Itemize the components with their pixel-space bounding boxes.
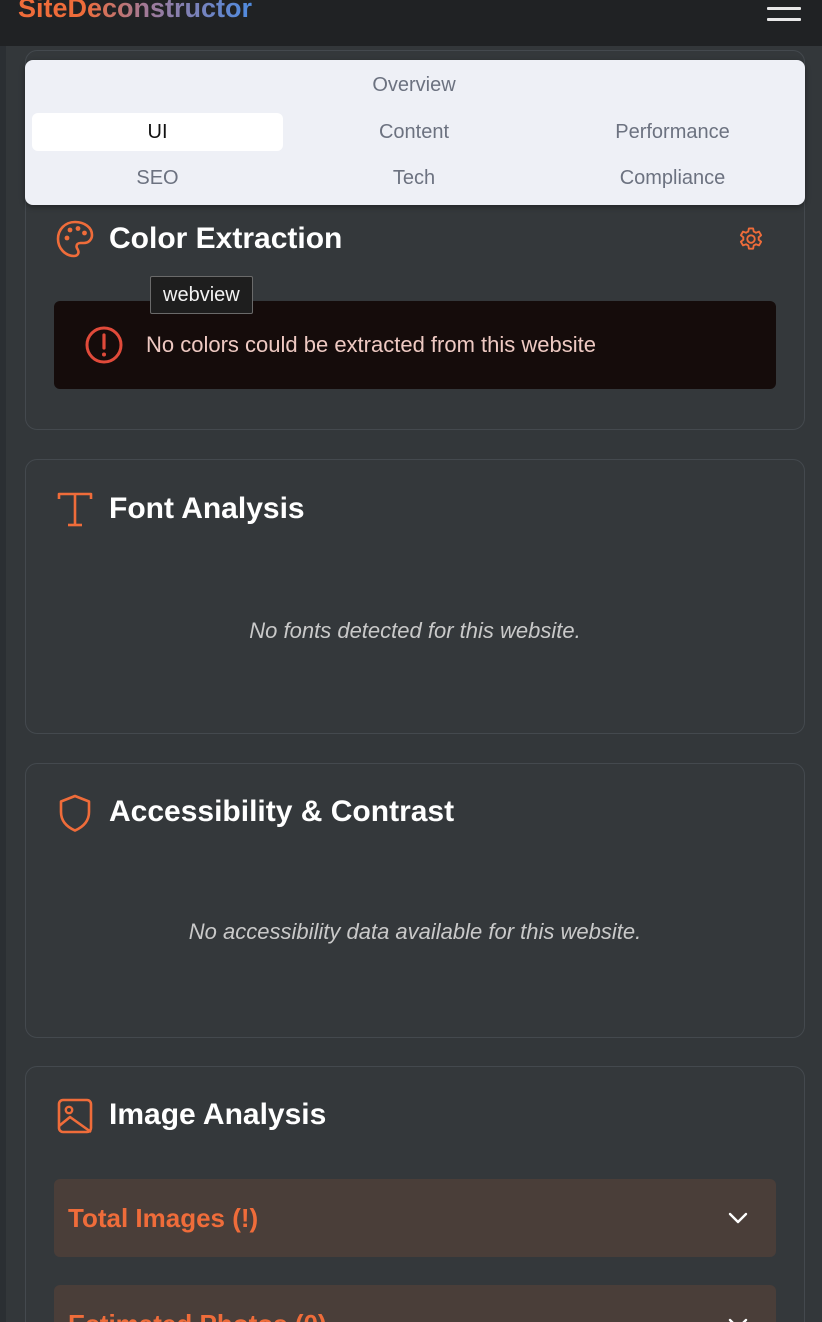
section-tabs: Overview UI Content Performance SEO Tech…: [25, 60, 805, 205]
menu-bar: [767, 18, 801, 21]
error-alert: No colors could be extracted from this w…: [54, 301, 776, 389]
gear-icon[interactable]: [736, 224, 766, 254]
chevron-down-icon: [728, 1318, 748, 1322]
shield-icon: [59, 794, 91, 832]
menu-bar: [767, 6, 801, 10]
accessibility-empty-message: No accessibility data available for this…: [188, 919, 642, 944]
type-icon: [57, 492, 93, 527]
accordion-label: Total Images (!): [68, 1202, 259, 1233]
tab-tech[interactable]: Tech: [284, 159, 544, 197]
font-analysis-title: Font Analysis: [109, 492, 305, 525]
image-analysis-card: Image Analysis Total Images (!) Estimate…: [25, 1066, 805, 1322]
tab-overview[interactable]: Overview: [284, 66, 544, 104]
alert-circle-icon: [85, 326, 123, 364]
palette-icon: [56, 220, 94, 258]
tab-compliance[interactable]: Compliance: [546, 159, 799, 197]
chevron-down-icon: [728, 1212, 748, 1224]
color-extraction-title: Color Extraction: [109, 222, 343, 255]
accordion-total-images[interactable]: Total Images (!): [54, 1179, 776, 1257]
accordion-estimated-photos[interactable]: Estimated Photos (0): [54, 1285, 776, 1322]
brand-logo[interactable]: SiteDeconstructor: [18, 0, 252, 22]
image-icon: [57, 1098, 93, 1134]
tab-ui[interactable]: UI: [32, 113, 283, 151]
accessibility-title: Accessibility & Contrast: [109, 795, 455, 828]
tab-seo[interactable]: SEO: [32, 159, 283, 197]
font-empty-message: No fonts detected for this website.: [249, 618, 581, 643]
tab-content[interactable]: Content: [284, 113, 544, 151]
tab-performance[interactable]: Performance: [546, 113, 799, 151]
image-analysis-title: Image Analysis: [109, 1098, 327, 1131]
font-analysis-card: Font Analysis No fonts detected for this…: [25, 459, 805, 734]
webview-tooltip: webview: [150, 276, 253, 314]
error-message: No colors could be extracted from this w…: [146, 332, 596, 357]
hamburger-menu-icon[interactable]: [766, 0, 802, 23]
accessibility-card: Accessibility & Contrast No accessibilit…: [25, 763, 805, 1038]
main-content[interactable]: Overview UI Content Performance SEO Tech…: [6, 46, 822, 1322]
accordion-label: Estimated Photos (0): [68, 1285, 327, 1322]
app-header: SiteDeconstructor: [0, 0, 822, 46]
